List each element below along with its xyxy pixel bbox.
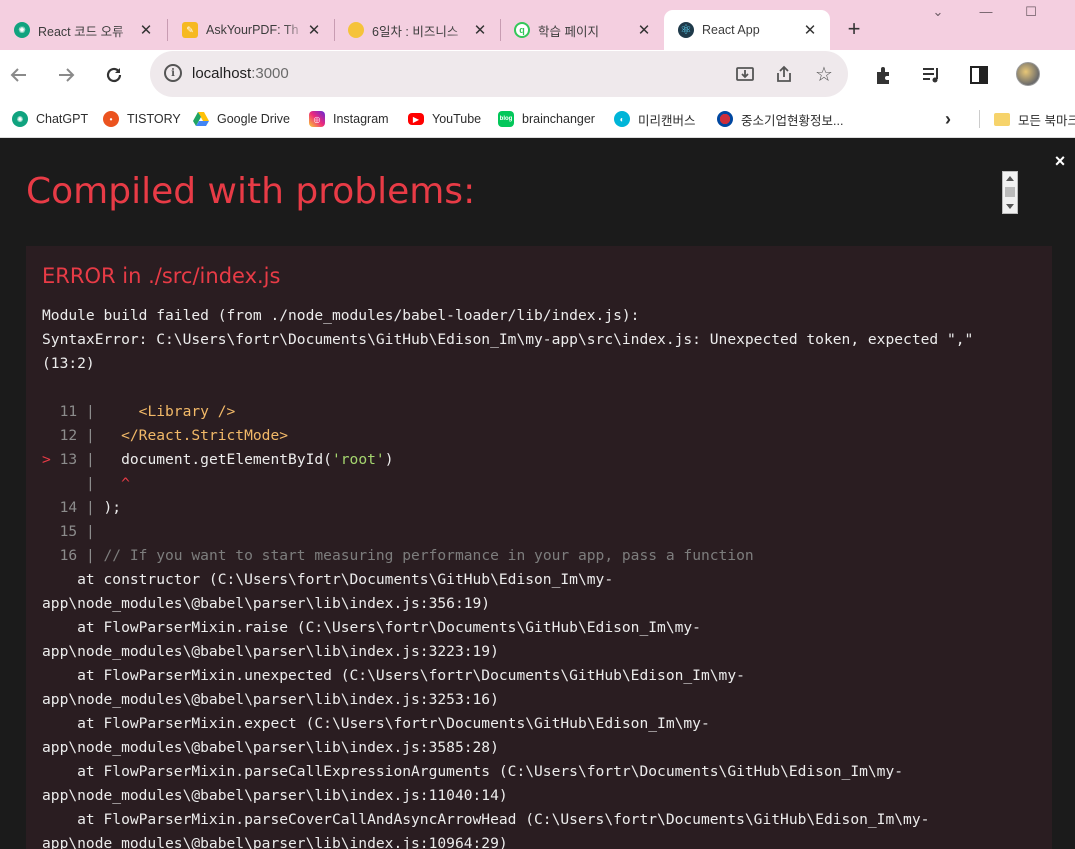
overlay-title: Compiled with problems:: [26, 171, 476, 212]
error-message-line: (13:2): [42, 355, 95, 372]
tab-title: 학습 페이지: [538, 20, 636, 40]
stack-trace-line: at FlowParserMixin.raise (C:\Users\fortr…: [42, 619, 701, 636]
blog-icon: blog: [498, 111, 514, 127]
bookmark-divider: [979, 110, 980, 128]
bookmarks-overflow-chevron-icon[interactable]: ›: [945, 109, 951, 129]
browser-tab[interactable]: 6일차 : 비즈니스 ✕: [334, 10, 500, 50]
tistory-icon: •: [103, 111, 119, 127]
all-bookmarks-folder[interactable]: 모든 북마크: [994, 109, 1075, 129]
folder-icon: [994, 112, 1010, 126]
miricanvas-icon: ◐: [614, 111, 630, 127]
address-bar[interactable]: i localhost:3000 ☆: [150, 51, 848, 97]
error-overlay: × Compiled with problems: ERROR in ./src…: [0, 139, 1075, 849]
profile-avatar[interactable]: [1016, 62, 1040, 86]
bookmark-miricanvas[interactable]: ◐ 미리캔버스: [614, 109, 696, 129]
tab-close-icon[interactable]: ✕: [138, 21, 154, 39]
stack-trace-line: at FlowParserMixin.parseCoverCallAndAsyn…: [42, 811, 930, 828]
reload-button[interactable]: [99, 60, 129, 90]
stack-trace-line: at FlowParserMixin.parseCallExpressionAr…: [42, 763, 904, 780]
tab-close-icon[interactable]: ✕: [306, 21, 322, 39]
bookmark-brainchanger[interactable]: blog brainchanger: [498, 109, 595, 129]
new-tab-button[interactable]: +: [842, 16, 866, 42]
close-overlay-button[interactable]: ×: [1051, 151, 1069, 172]
back-button[interactable]: [4, 60, 34, 90]
stack-trace-line: at constructor (C:\Users\fortr\Documents…: [42, 571, 614, 588]
scroll-up-arrow-icon[interactable]: [1006, 176, 1014, 181]
yellow-circle-icon: [348, 22, 364, 38]
google-drive-icon: [193, 111, 209, 127]
code-frame-caret-line: | ^: [77, 475, 130, 492]
error-message-line: SyntaxError: C:\Users\fortr\Documents\Gi…: [42, 331, 974, 348]
browser-tab[interactable]: ✺ React 코드 오류 ✕: [0, 10, 166, 50]
stack-trace-line: app\node_modules\@babel\parser\lib\index…: [42, 643, 499, 660]
forward-arrow-icon: [59, 68, 75, 82]
tab-close-icon[interactable]: ✕: [802, 21, 818, 39]
stack-trace-line: app\node_modules\@babel\parser\lib\index…: [42, 787, 508, 804]
instagram-icon: ◎: [309, 111, 325, 127]
bookmark-chatgpt[interactable]: ✺ ChatGPT: [12, 109, 88, 129]
react-icon: ⚛: [678, 22, 694, 38]
code-frame-line-error: > 13 | document.getElementById('root'): [42, 451, 394, 468]
openai-icon: ✺: [12, 111, 28, 127]
code-frame-line: 11 | <Library />: [59, 403, 236, 420]
code-frame-line: 16 | // If you want to start measuring p…: [59, 547, 754, 564]
overlay-scrollbar[interactable]: [1002, 171, 1018, 214]
share-icon[interactable]: [773, 63, 795, 85]
scroll-thumb[interactable]: [1005, 187, 1015, 197]
extensions-icon[interactable]: [869, 60, 899, 90]
scroll-down-arrow-icon[interactable]: [1006, 204, 1014, 209]
site-info-icon[interactable]: i: [164, 64, 182, 82]
media-controls-icon[interactable]: [916, 60, 946, 90]
browser-tab-active[interactable]: ⚛ React App ✕: [664, 10, 830, 50]
tab-strip: ✺ React 코드 오류 ✕ ✎ AskYourPDF: Th ✕ 6일차 :…: [0, 0, 1075, 50]
error-heading: ERROR in ./src/index.js: [42, 264, 281, 288]
tab-search-icon[interactable]: ⌄: [928, 4, 948, 20]
stack-trace-line: app\node_modules\@babel\parser\lib\index…: [42, 835, 508, 849]
maximize-button[interactable]: ☐: [1021, 4, 1041, 20]
tab-close-icon[interactable]: ✕: [472, 21, 488, 39]
stack-trace-line: app\node_modules\@babel\parser\lib\index…: [42, 595, 491, 612]
minimize-button[interactable]: —: [976, 4, 996, 19]
stack-trace-line: at FlowParserMixin.unexpected (C:\Users\…: [42, 667, 745, 684]
stack-trace-line: app\node_modules\@babel\parser\lib\index…: [42, 691, 499, 708]
error-message-line: Module build failed (from ./node_modules…: [42, 307, 640, 324]
green-q-icon: q: [514, 22, 530, 38]
stack-trace-line: app\node_modules\@babel\parser\lib\index…: [42, 739, 499, 756]
tab-title: React App: [702, 23, 760, 37]
side-panel-icon[interactable]: [964, 60, 994, 90]
bookmark-google-drive[interactable]: Google Drive: [193, 109, 290, 129]
bookmark-youtube[interactable]: ▶ YouTube: [408, 109, 481, 129]
forward-button[interactable]: [51, 60, 81, 90]
tab-title: AskYourPDF: Th: [206, 23, 306, 37]
korea-flag-icon: [717, 111, 733, 127]
bookmark-star-icon[interactable]: ☆: [813, 63, 835, 86]
tab-title: React 코드 오류: [38, 20, 138, 40]
bookmark-sme-info[interactable]: 중소기업현황정보...: [717, 109, 843, 129]
error-box: ERROR in ./src/index.js Module build fai…: [26, 246, 1052, 849]
url-text[interactable]: localhost:3000: [192, 65, 289, 82]
browser-toolbar: i localhost:3000 ☆: [0, 50, 1075, 100]
bookmark-instagram[interactable]: ◎ Instagram: [309, 109, 389, 129]
reload-icon: [106, 67, 122, 83]
code-frame-line: 12 | </React.StrictMode>: [59, 427, 289, 444]
tab-title: 6일차 : 비즈니스: [372, 20, 472, 40]
back-arrow-icon: [10, 68, 26, 82]
bookmarks-bar: ✺ ChatGPT • TISTORY Google Drive ◎ Insta…: [0, 100, 1075, 138]
install-app-icon[interactable]: [734, 63, 756, 85]
bookmark-tistory[interactable]: • TISTORY: [103, 109, 181, 129]
code-frame-line: 15 |: [59, 523, 104, 540]
openai-icon: ✺: [14, 22, 30, 38]
youtube-icon: ▶: [408, 113, 424, 125]
askyourpdf-icon: ✎: [182, 22, 198, 38]
stack-trace-line: at FlowParserMixin.expect (C:\Users\fort…: [42, 715, 710, 732]
browser-tab[interactable]: q 학습 페이지 ✕: [500, 10, 664, 50]
code-frame-line: 14 | );: [59, 499, 122, 516]
browser-tab[interactable]: ✎ AskYourPDF: Th ✕: [168, 10, 334, 50]
tab-close-icon[interactable]: ✕: [636, 21, 652, 39]
